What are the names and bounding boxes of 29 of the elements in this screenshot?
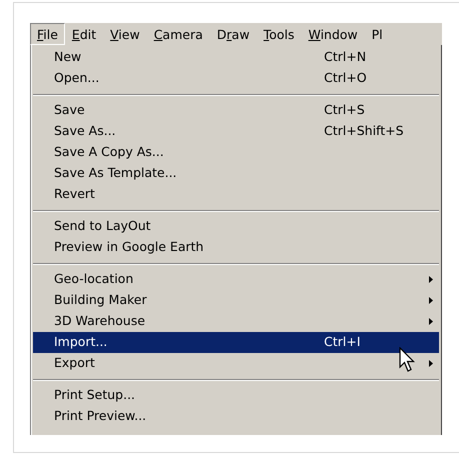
menu-title[interactable]: Window	[301, 23, 365, 45]
submenu-arrow-icon	[429, 276, 433, 283]
menu-item[interactable]: Building Maker	[33, 290, 439, 311]
menu-item[interactable]: Save As... Ctrl+Shift+S	[33, 121, 439, 142]
menu-title[interactable]: Tools	[256, 23, 302, 45]
submenu-arrow-icon	[429, 297, 433, 304]
menu-item[interactable]: Open... Ctrl+O	[33, 68, 439, 89]
menu-title[interactable]: Pl	[364, 23, 390, 45]
menu-title[interactable]: File	[30, 23, 65, 45]
menu-item[interactable]: Print Setup...	[33, 385, 439, 406]
menu-item[interactable]: Save As Template...	[33, 163, 439, 184]
menu-item[interactable]: New Ctrl+N	[33, 47, 439, 68]
menu-title[interactable]: Camera	[146, 23, 210, 45]
menu-item[interactable]: Geo-location	[33, 269, 439, 290]
menu-item[interactable]: Export	[33, 353, 439, 374]
menu-item[interactable]: 3D Warehouse	[33, 311, 439, 332]
menu-item[interactable]: Send to LayOut	[33, 216, 439, 237]
menu-item[interactable]: Print Preview...	[33, 406, 439, 427]
menu-item[interactable]: Save A Copy As...	[33, 142, 439, 163]
menu-title[interactable]: Draw	[210, 23, 257, 45]
menu-item[interactable]: Revert	[33, 184, 439, 205]
menu-item[interactable]: Import... Ctrl+I	[33, 332, 439, 353]
menu-title[interactable]: View	[103, 23, 147, 45]
menu-title[interactable]: Edit	[64, 23, 104, 45]
menu-item[interactable]: Save Ctrl+S	[33, 100, 439, 121]
submenu-arrow-icon	[429, 360, 433, 367]
pointer-icon	[399, 347, 415, 373]
submenu-arrow-icon	[429, 318, 433, 325]
menu-item[interactable]: Preview in Google Earth	[33, 237, 439, 258]
